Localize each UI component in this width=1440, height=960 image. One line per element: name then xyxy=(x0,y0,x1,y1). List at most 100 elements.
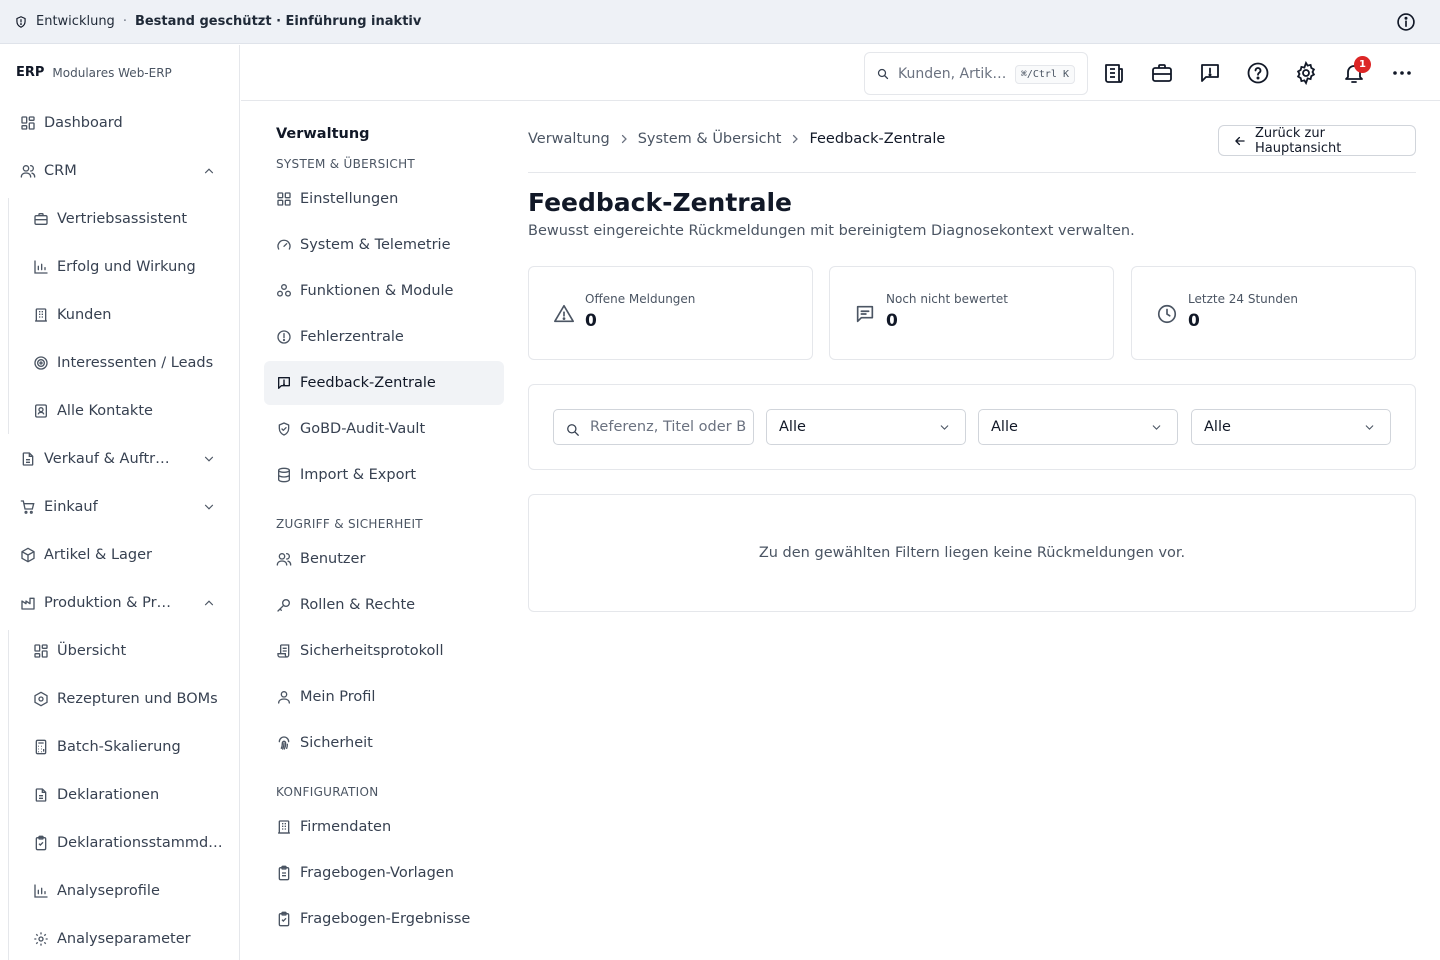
brand[interactable]: ERP Modulares Web-ERP xyxy=(0,45,239,100)
contact-icon xyxy=(35,404,47,418)
sidebar-item-einkauf[interactable]: Einkauf xyxy=(8,487,232,527)
admin-item-fehlerzentrale[interactable]: Fehlerzentrale xyxy=(264,315,504,359)
more-icon[interactable] xyxy=(1390,61,1414,85)
clock-icon xyxy=(1157,304,1177,324)
sidebar-item-verkauf[interactable]: Verkauf & Auftr… xyxy=(8,439,232,479)
rating-filter-select[interactable]: Alle xyxy=(1191,409,1391,445)
chevron-down-icon xyxy=(204,504,214,510)
message-icon xyxy=(856,305,874,323)
users-icon xyxy=(20,165,36,178)
admin-item-label: GoBD-Audit-Vault xyxy=(300,421,426,437)
sidebar-item-kontakte[interactable]: Alle Kontakte xyxy=(21,391,232,431)
calculator-icon xyxy=(35,739,47,755)
chevron-down-icon xyxy=(1365,425,1374,430)
sidebar-item-label: Einkauf xyxy=(44,499,98,515)
info-icon[interactable] xyxy=(1396,12,1416,32)
admin-item-firmendaten[interactable]: Firmendaten xyxy=(264,805,504,849)
sidebar-item-uebersicht[interactable]: Übersicht xyxy=(21,631,232,671)
notification-badge: 1 xyxy=(1354,56,1371,73)
users-icon xyxy=(276,553,292,566)
recipe-icon xyxy=(34,691,48,707)
stat-label: Letzte 24 Stunden xyxy=(1188,292,1298,306)
gauge-icon xyxy=(277,239,291,250)
crm-subnav-line xyxy=(8,198,9,434)
page-title: Feedback-Zentrale xyxy=(528,188,793,217)
sidebar-item-label: Deklarationsstammd… xyxy=(57,835,223,851)
sidebar-item-label: Rezepturen und BOMs xyxy=(57,691,218,707)
stat-value: 0 xyxy=(886,311,898,331)
admin-item-sicherheit[interactable]: Sicherheit xyxy=(264,721,504,765)
select-value: Alle xyxy=(779,419,806,435)
page-description: Bewusst eingereichte Rückmeldungen mit b… xyxy=(528,223,1135,239)
briefcase-icon[interactable] xyxy=(1150,61,1174,85)
modules-icon xyxy=(277,284,291,297)
environment-label: Entwicklung xyxy=(36,14,115,29)
scroll-icon xyxy=(277,644,290,658)
clipboard-icon xyxy=(35,835,47,851)
status-filter-select[interactable]: Alle xyxy=(766,409,966,445)
banner-separator: · xyxy=(122,14,127,29)
factory-icon xyxy=(21,597,35,610)
admin-item-einstellungen[interactable]: Einstellungen xyxy=(264,177,504,221)
admin-item-benutzer[interactable]: Benutzer xyxy=(264,537,504,581)
settings-gear-icon[interactable] xyxy=(1294,61,1318,85)
environment-status: Bestand geschützt · Einführung inaktiv xyxy=(134,14,422,29)
breadcrumb-system[interactable]: System & Übersicht xyxy=(638,131,782,147)
warning-icon xyxy=(554,304,574,323)
document-icon xyxy=(22,452,34,466)
bar-chart-icon xyxy=(34,260,48,274)
admin-item-gobd[interactable]: GoBD-Audit-Vault xyxy=(264,407,504,451)
database-icon xyxy=(278,467,290,483)
sidebar-item-produktion[interactable]: Produktion & Pr… xyxy=(8,583,232,623)
admin-item-label: System & Telemetrie xyxy=(300,237,451,253)
admin-item-rollen[interactable]: Rollen & Rechte xyxy=(264,583,504,627)
search-shortcut: ⌘/Ctrl K xyxy=(1014,65,1075,84)
type-filter-select[interactable]: Alle xyxy=(978,409,1178,445)
admin-item-label: Benutzer xyxy=(300,551,366,567)
sidebar-item-batch[interactable]: Batch-Skalierung xyxy=(21,727,232,767)
sidebar-item-rezepturen[interactable]: Rezepturen und BOMs xyxy=(21,679,232,719)
newspaper-icon[interactable] xyxy=(1102,61,1126,85)
shield-check-icon xyxy=(278,422,290,436)
sidebar-item-deklarationen[interactable]: Deklarationen xyxy=(21,775,232,815)
building-icon xyxy=(35,308,47,322)
main-sidebar: ERP Modulares Web-ERP Dashboard CRM Vert… xyxy=(0,45,240,960)
sidebar-item-deklarationsstammdaten[interactable]: Deklarationsstammd… xyxy=(21,823,232,863)
sidebar-item-label: Kunden xyxy=(57,307,112,323)
stat-card-24h: Letzte 24 Stunden 0 xyxy=(1131,266,1416,360)
sidebar-item-label: Batch-Skalierung xyxy=(57,739,181,755)
sidebar-item-artikel[interactable]: Artikel & Lager xyxy=(8,535,232,575)
admin-item-label: Fragebogen-Ergebnisse xyxy=(300,911,471,927)
sidebar-item-analyseprofile[interactable]: Analyseprofile xyxy=(21,871,232,911)
sidebar-item-erfolg[interactable]: Erfolg und Wirkung xyxy=(21,247,232,287)
breadcrumb-verwaltung[interactable]: Verwaltung xyxy=(528,131,610,147)
shield-icon xyxy=(16,15,26,28)
admin-item-feedback[interactable]: Feedback-Zentrale xyxy=(264,361,504,405)
sidebar-item-kunden[interactable]: Kunden xyxy=(21,295,232,335)
admin-item-fragebogen-vorlagen[interactable]: Fragebogen-Vorlagen xyxy=(264,851,504,895)
admin-item-fragebogen-ergebnisse[interactable]: Fragebogen-Ergebnisse xyxy=(264,897,504,941)
feedback-icon[interactable] xyxy=(1198,61,1222,85)
back-button-label: Zurück zur Hauptansicht xyxy=(1254,125,1342,156)
admin-item-label: Funktionen & Module xyxy=(300,283,454,299)
section-label-zugriff: ZUGRIFF & SICHERHEIT xyxy=(276,517,423,531)
global-search-input[interactable]: Kunden, Artik… ⌘/Ctrl K xyxy=(864,52,1088,95)
sidebar-item-crm[interactable]: CRM xyxy=(8,151,232,191)
admin-item-telemetrie[interactable]: System & Telemetrie xyxy=(264,223,504,267)
sidebar-item-dashboard[interactable]: Dashboard xyxy=(8,103,232,143)
admin-item-sicherheitsprotokoll[interactable]: Sicherheitsprotokoll xyxy=(264,629,504,673)
admin-item-label: Firmendaten xyxy=(300,819,392,835)
gear-icon xyxy=(34,932,48,946)
search-icon xyxy=(567,424,579,436)
chevron-down-icon xyxy=(940,425,949,430)
sidebar-item-vertriebsassistent[interactable]: Vertriebsassistent xyxy=(21,199,232,239)
feedback-search-input[interactable]: Referenz, Titel oder B xyxy=(553,409,754,445)
back-to-main-button[interactable]: Zurück zur Hauptansicht xyxy=(1218,125,1416,156)
admin-item-import[interactable]: Import & Export xyxy=(264,453,504,497)
sidebar-item-leads[interactable]: Interessenten / Leads xyxy=(21,343,232,383)
sidebar-item-analyseparameter[interactable]: Analyseparameter xyxy=(21,919,232,959)
help-icon[interactable] xyxy=(1246,61,1270,85)
admin-item-profil[interactable]: Mein Profil xyxy=(264,675,504,719)
admin-item-funktionen[interactable]: Funktionen & Module xyxy=(264,269,504,313)
key-icon xyxy=(277,599,290,612)
